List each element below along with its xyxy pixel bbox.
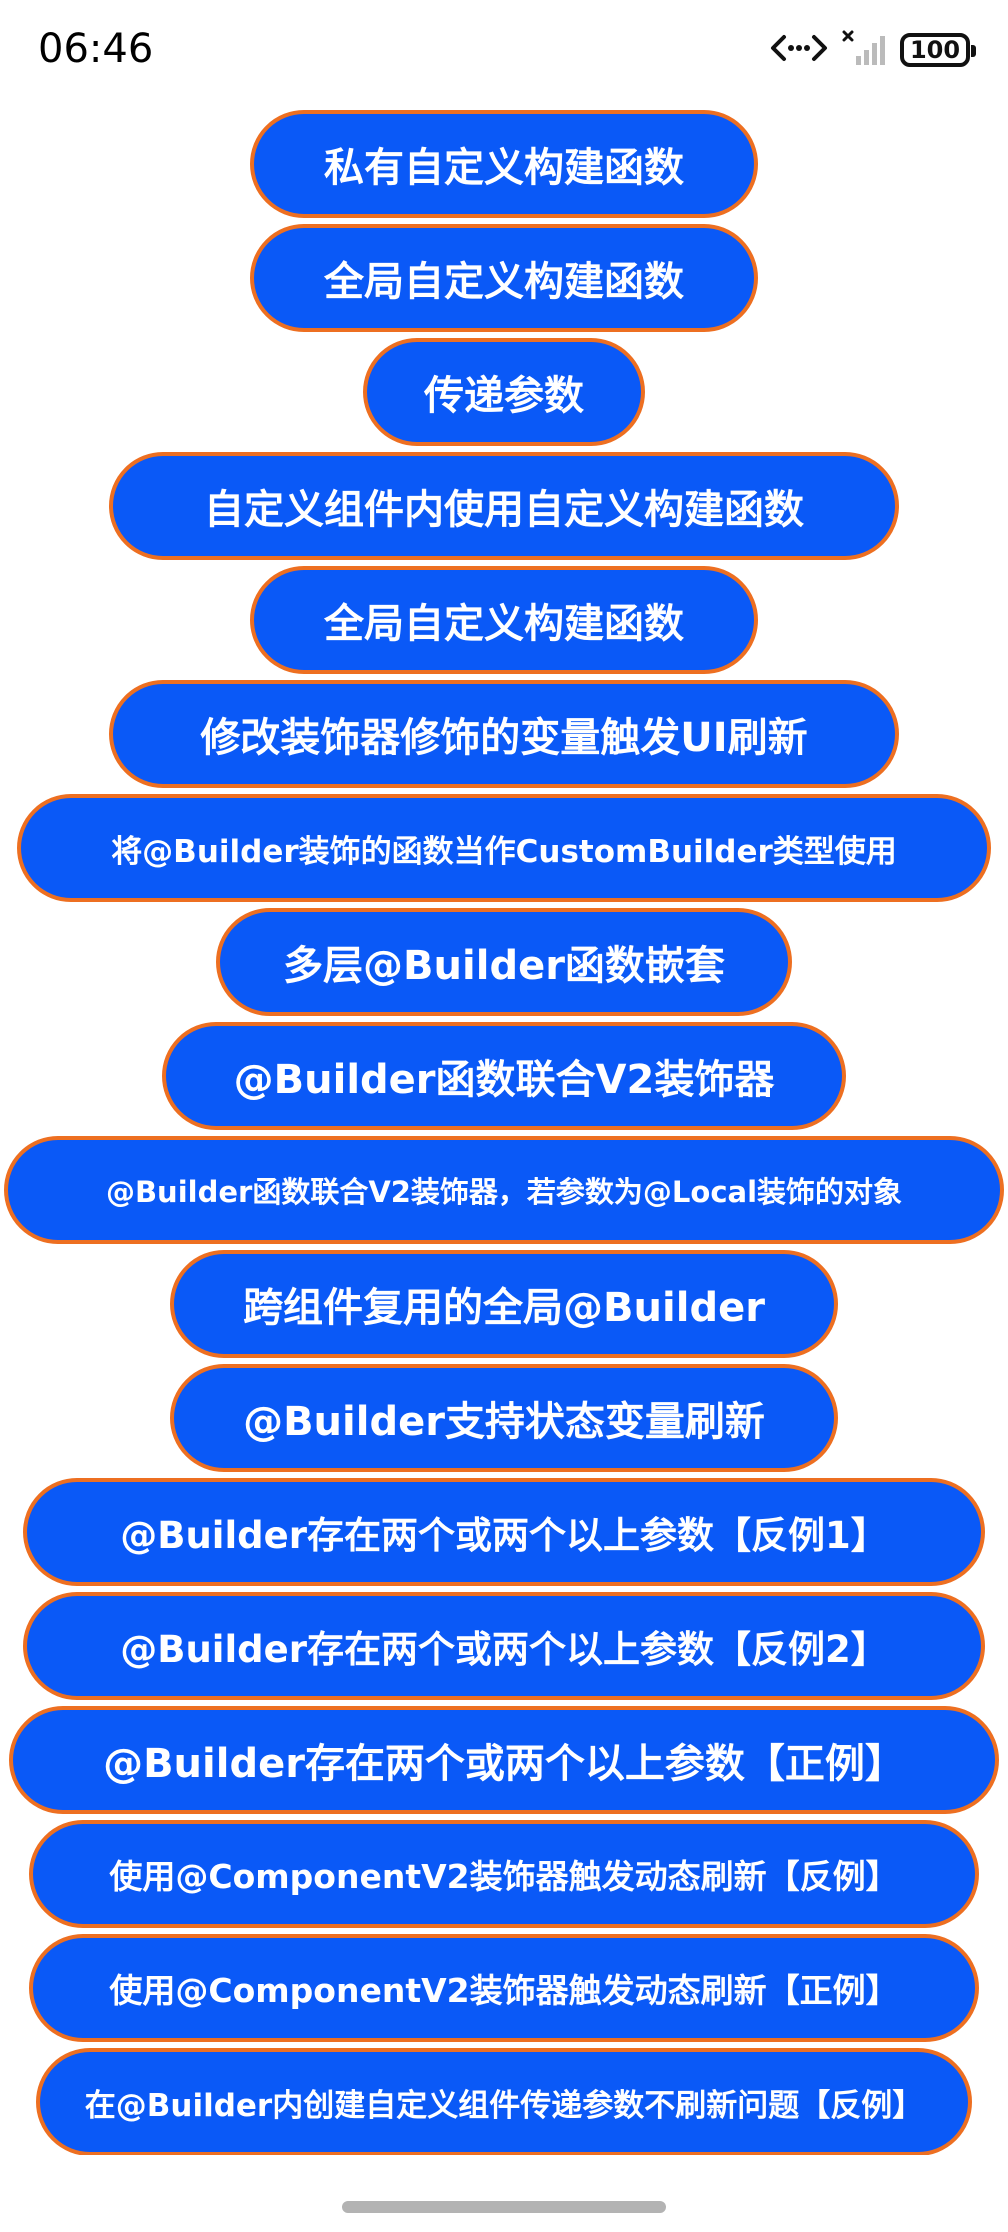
button-multi-param-counterexample-2[interactable]: @Builder存在两个或两个以上参数【反例2】 — [23, 1592, 985, 1700]
button-builder-with-v2[interactable]: @Builder函数联合V2装饰器 — [162, 1022, 846, 1130]
button-global-builder[interactable]: 全局自定义构建函数 — [250, 224, 758, 332]
button-builder-as-custombuilder[interactable]: 将@Builder装饰的函数当作CustomBuilder类型使用 — [17, 794, 991, 902]
button-private-builder[interactable]: 私有自定义构建函数 — [250, 110, 758, 218]
status-time: 06:46 — [38, 26, 154, 72]
button-pass-params[interactable]: 传递参数 — [363, 338, 645, 446]
button-multi-param-counterexample-1[interactable]: @Builder存在两个或两个以上参数【反例1】 — [23, 1478, 985, 1586]
signal-icon — [842, 30, 886, 70]
button-builder-in-custom-component[interactable]: 自定义组件内使用自定义构建函数 — [109, 452, 899, 560]
button-builder-v2-local-param[interactable]: @Builder函数联合V2装饰器，若参数为@Local装饰的对象 — [4, 1136, 1004, 1244]
button-componentv2-refresh-counterexample[interactable]: 使用@ComponentV2装饰器触发动态刷新【反例】 — [29, 1820, 979, 1928]
battery-level: 100 — [909, 36, 961, 64]
button-global-builder-2[interactable]: 全局自定义构建函数 — [250, 566, 758, 674]
button-modify-decorated-variable[interactable]: 修改装饰器修饰的变量触发UI刷新 — [109, 680, 899, 788]
status-bar: 06:46 100 — [0, 0, 1008, 100]
status-icons: 100 — [770, 30, 976, 70]
button-builder-custom-component-no-refresh[interactable]: 在@Builder内创建自定义组件传递参数不刷新问题【反例】 — [36, 2048, 972, 2155]
battery-icon: 100 — [900, 33, 976, 67]
button-cross-component-global-builder[interactable]: 跨组件复用的全局@Builder — [170, 1250, 838, 1358]
data-transfer-icon — [770, 33, 828, 67]
button-componentv2-refresh-correct[interactable]: 使用@ComponentV2装饰器触发动态刷新【正例】 — [29, 1934, 979, 2042]
home-indicator[interactable] — [342, 2201, 666, 2213]
button-builder-state-refresh[interactable]: @Builder支持状态变量刷新 — [170, 1364, 838, 1472]
button-multi-param-correct[interactable]: @Builder存在两个或两个以上参数【正例】 — [9, 1706, 999, 1814]
button-nested-builder[interactable]: 多层@Builder函数嵌套 — [216, 908, 792, 1016]
button-list[interactable]: 私有自定义构建函数 全局自定义构建函数 传递参数 自定义组件内使用自定义构建函数… — [0, 110, 1008, 2155]
